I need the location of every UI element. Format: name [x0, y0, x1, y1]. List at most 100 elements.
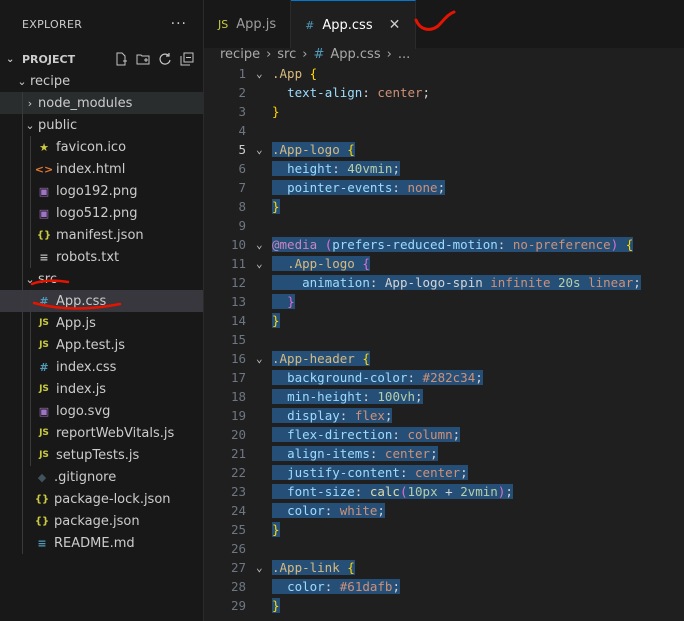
folder-item[interactable]: ⌄ recipe [0, 70, 203, 92]
file-item[interactable]: JS index.js [0, 378, 203, 400]
file-item[interactable]: ★ favicon.ico [0, 136, 203, 158]
code-line[interactable]: .App-header { [272, 349, 370, 368]
file-item[interactable]: ▣ logo512.png [0, 202, 203, 224]
code-token [272, 180, 288, 195]
code-line[interactable]: text-align: center; [272, 83, 430, 102]
file-item[interactable]: <> index.html [0, 158, 203, 180]
code-line[interactable]: } [272, 197, 280, 216]
more-actions-icon[interactable]: ··· [171, 16, 187, 32]
code-line[interactable]: .App-logo { [272, 140, 355, 159]
collapse-all-icon[interactable] [179, 51, 195, 67]
new-folder-icon[interactable] [135, 51, 151, 67]
code-line[interactable]: } [272, 520, 280, 539]
code-line[interactable]: .App { [272, 64, 317, 83]
line-number: 29 [230, 598, 246, 613]
breadcrumb-item[interactable]: src [277, 47, 296, 62]
indent-guide [22, 400, 23, 422]
code-line[interactable]: display: flex; [272, 406, 393, 425]
fold-chevron-icon[interactable]: ⌄ [256, 140, 263, 159]
tree-item-label: manifest.json [56, 227, 144, 243]
code-line[interactable]: } [272, 311, 280, 330]
code-line[interactable]: pointer-events: none; [272, 178, 446, 197]
indent-guide [22, 444, 23, 466]
code-token: : [369, 275, 385, 290]
code-line[interactable]: background-color: #282c34; [272, 368, 483, 387]
explorer-sidebar: EXPLORER ··· ⌄ PROJECT ⌄ recipe › node_modu… [0, 0, 204, 621]
indent-guide [22, 246, 23, 268]
code-token: { [347, 142, 355, 157]
code-line[interactable]: animation: App-logo-spin infinite 20s li… [272, 273, 641, 292]
code-token: { [362, 256, 370, 271]
code-line[interactable]: justify-content: center; [272, 463, 468, 482]
file-item[interactable]: JS App.js [0, 312, 203, 334]
image-file-icon: ▣ [38, 404, 50, 418]
line-number: 18 [230, 389, 246, 404]
code-token: linear [588, 275, 634, 290]
css-file-icon: # [39, 294, 49, 308]
code-line[interactable]: color: white; [272, 501, 385, 520]
code-line[interactable]: .App-link { [272, 558, 355, 577]
json-file-icon: {} [34, 493, 50, 505]
code-token: color [287, 579, 325, 594]
file-item[interactable]: ▣ logo192.png [0, 180, 203, 202]
code-line[interactable]: font-size: calc(10px + 2vmin); [272, 482, 513, 501]
code-line[interactable]: } [272, 102, 280, 121]
code-line[interactable]: min-height: 100vh; [272, 387, 423, 406]
project-section-header[interactable]: ⌄ PROJECT [0, 48, 203, 70]
code-token: display [287, 408, 340, 423]
refresh-icon[interactable] [157, 51, 173, 67]
indent-guide [30, 180, 31, 202]
breadcrumb-item[interactable]: App.css [330, 47, 380, 62]
code-line[interactable]: @media (prefers-reduced-motion: no-prefe… [272, 235, 634, 254]
tab-app-css[interactable]: # App.css ✕ [291, 0, 417, 49]
folder-item[interactable]: ⌄ src [0, 268, 203, 290]
indent-guide [30, 312, 31, 334]
file-item[interactable]: ▣ logo.svg [0, 400, 203, 422]
folder-item[interactable]: › node_modules [0, 92, 203, 114]
folder-item[interactable]: ⌄ public [0, 114, 203, 136]
code-line[interactable]: flex-direction: column; [272, 425, 461, 444]
file-item[interactable]: ≡ robots.txt [0, 246, 203, 268]
file-item[interactable]: JS reportWebVitals.js [0, 422, 203, 444]
fold-chevron-icon[interactable]: ⌄ [256, 558, 263, 577]
code-line[interactable]: } [272, 596, 280, 615]
new-file-icon[interactable] [113, 51, 129, 67]
tree-item-label: App.css [56, 293, 107, 309]
fold-chevron-icon[interactable]: ⌄ [256, 64, 263, 83]
code-token [272, 427, 288, 442]
breadcrumb: recipe › src › # App.css › ... [204, 44, 684, 64]
code-line[interactable]: .App-logo { [272, 254, 370, 273]
file-item[interactable]: {} manifest.json [0, 224, 203, 246]
tab-app-js[interactable]: JS App.js [204, 0, 292, 48]
code-token: center [377, 85, 423, 100]
indent-guide [30, 400, 31, 422]
fold-chevron-icon[interactable]: ⌄ [256, 349, 263, 368]
fold-chevron-icon[interactable]: ⌄ [256, 235, 263, 254]
tree-item-label: index.css [56, 359, 117, 375]
file-item[interactable]: JS setupTests.js [0, 444, 203, 466]
code-line[interactable]: color: #61dafb; [272, 577, 400, 596]
json-file-icon: {} [36, 229, 52, 241]
file-item[interactable]: JS App.test.js [0, 334, 203, 356]
file-item[interactable]: {} package.json [0, 510, 203, 532]
file-item[interactable]: # App.css [0, 290, 203, 312]
breadcrumb-item[interactable]: ... [398, 47, 410, 62]
code-token: justify-content [287, 465, 400, 480]
code-token: align-items [287, 446, 370, 461]
breadcrumb-item[interactable]: recipe [220, 47, 260, 62]
chevron-right-icon: › [302, 46, 308, 62]
close-icon[interactable]: ✕ [389, 17, 401, 33]
tab-label: App.js [236, 16, 277, 32]
code-line[interactable]: } [272, 292, 295, 311]
code-token: } [272, 598, 280, 613]
fold-chevron-icon[interactable]: ⌄ [256, 254, 263, 273]
code-token [272, 294, 288, 309]
file-item[interactable]: # index.css [0, 356, 203, 378]
file-item[interactable]: ≡ README.md [0, 532, 203, 554]
code-line[interactable]: height: 40vmin; [272, 159, 400, 178]
code-token: 100vh [377, 389, 416, 404]
code-line[interactable]: align-items: center; [272, 444, 438, 463]
file-item[interactable]: {} package-lock.json [0, 488, 203, 510]
file-item[interactable]: ◆ .gitignore [0, 466, 203, 488]
code-editor[interactable]: 1 ⌄ .App {2 text-align: center; 3} 4 5 ⌄ .App-l… [204, 64, 684, 621]
